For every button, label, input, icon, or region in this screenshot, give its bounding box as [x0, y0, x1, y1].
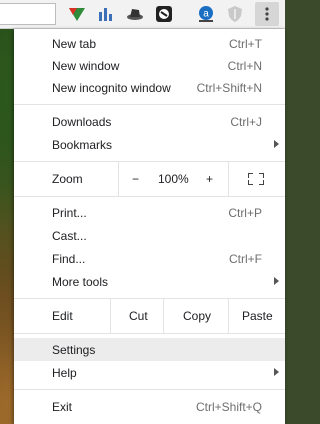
shortcut-label: Ctrl+F: [229, 251, 262, 266]
copy-button[interactable]: Copy: [183, 309, 211, 323]
menu-item-new-incognito-window[interactable]: New incognito window Ctrl+Shift+N: [14, 76, 285, 99]
menu-separator: [14, 104, 285, 105]
menu-item-label: New incognito window: [52, 80, 171, 95]
menu-separator: [14, 333, 285, 334]
chrome-menu-button[interactable]: [255, 2, 279, 26]
menu-item-help[interactable]: Help: [14, 361, 285, 384]
submenu-arrow-icon: [274, 140, 279, 148]
zoom-level: 100%: [158, 172, 189, 186]
edit-label: Edit: [52, 309, 73, 323]
menu-separator: [14, 196, 285, 197]
menu-item-label: New tab: [52, 36, 97, 51]
mail-triangle-icon[interactable]: [67, 4, 87, 24]
menu-item-print[interactable]: Print... Ctrl+P: [14, 201, 285, 224]
submenu-arrow-icon: [274, 368, 279, 376]
fullscreen-icon[interactable]: [248, 173, 264, 185]
shortcut-label: Ctrl+Shift+Q: [195, 399, 262, 414]
shortcut-label: Ctrl+T: [229, 36, 262, 51]
menu-item-label: Find...: [52, 251, 86, 266]
menu-item-new-window[interactable]: New window Ctrl+N: [14, 54, 285, 77]
menu-item-more-tools[interactable]: More tools: [14, 270, 285, 293]
menu-item-label: Help: [52, 365, 77, 380]
menu-item-label: Exit: [52, 399, 73, 414]
menu-item-bookmarks[interactable]: Bookmarks: [14, 133, 285, 156]
cut-button[interactable]: Cut: [129, 309, 148, 323]
menu-separator: [14, 389, 285, 390]
hat-icon[interactable]: [125, 4, 145, 24]
menu-item-label: New window: [52, 58, 120, 73]
menu-item-label: More tools: [52, 274, 109, 289]
zoom-out-button[interactable]: −: [132, 172, 139, 186]
zoom-row: Zoom − 100% +: [14, 162, 285, 196]
menu-item-label: Bookmarks: [52, 137, 113, 152]
paste-button[interactable]: Paste: [242, 309, 273, 323]
menu-item-label: Downloads: [52, 114, 112, 129]
zoom-label: Zoom: [52, 172, 83, 186]
amazon-icon[interactable]: a: [196, 4, 216, 24]
shortcut-label: Ctrl+Shift+N: [196, 80, 262, 95]
shield-dark-icon[interactable]: [154, 4, 174, 24]
menu-item-exit[interactable]: Exit Ctrl+Shift+Q: [14, 395, 285, 418]
edit-divider: [228, 299, 229, 333]
shortcut-label: Ctrl+P: [228, 205, 262, 220]
shield-gray-icon[interactable]: [225, 4, 245, 24]
zoom-divider: [228, 162, 229, 196]
menu-item-new-tab[interactable]: New tab Ctrl+T: [14, 32, 285, 55]
zoom-divider: [118, 162, 119, 196]
menu-item-cast[interactable]: Cast...: [14, 224, 285, 247]
menu-item-label: Cast...: [52, 228, 87, 243]
shortcut-label: Ctrl+N: [227, 58, 262, 73]
browser-toolbar: a: [0, 0, 285, 29]
menu-item-label: Settings: [52, 342, 96, 357]
three-dots-vertical-icon: [265, 7, 269, 21]
menu-item-find[interactable]: Find... Ctrl+F: [14, 247, 285, 270]
chrome-main-menu: New tab Ctrl+T New window Ctrl+N New inc…: [14, 29, 285, 424]
submenu-arrow-icon: [274, 277, 279, 285]
menu-item-settings[interactable]: Settings: [14, 338, 285, 361]
zoom-in-button[interactable]: +: [206, 172, 213, 186]
menu-item-label: Print...: [52, 205, 87, 220]
menu-item-downloads[interactable]: Downloads Ctrl+J: [14, 110, 285, 133]
shortcut-label: Ctrl+J: [230, 114, 262, 129]
edit-divider: [163, 299, 164, 333]
bar-chart-icon[interactable]: [96, 4, 116, 24]
edit-row: Edit Cut Copy Paste: [14, 299, 285, 333]
address-bar[interactable]: [0, 3, 56, 25]
edit-divider: [110, 299, 111, 333]
svg-text:a: a: [203, 9, 209, 20]
